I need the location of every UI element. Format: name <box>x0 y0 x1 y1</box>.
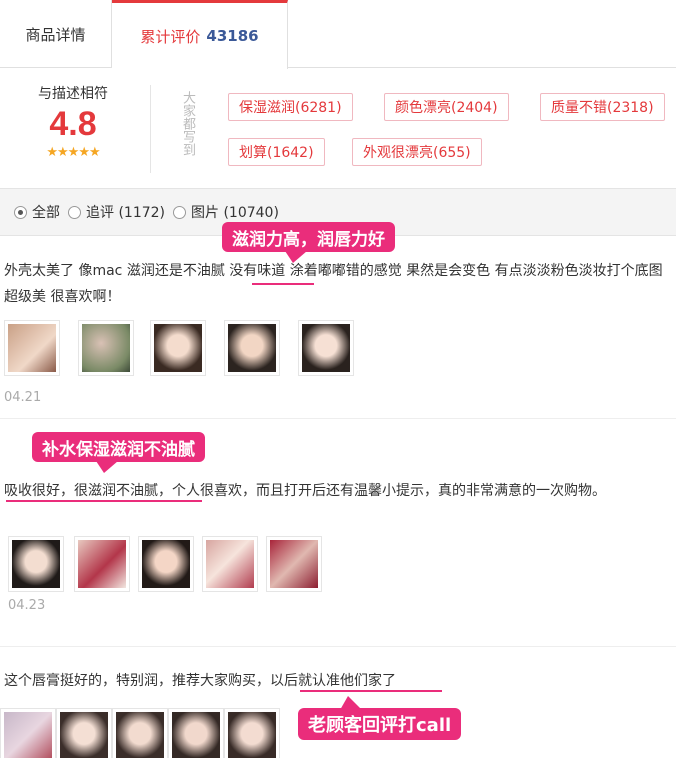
review-3-photo-2[interactable] <box>56 708 112 758</box>
review-1-date: 04.21 <box>4 390 42 405</box>
review-2-photo-3[interactable] <box>138 536 194 592</box>
review-count: 43186 <box>206 27 259 45</box>
callout-review-1: 滋润力高，润唇力好 <box>222 222 395 252</box>
review-1-text: 外壳太美了 像mac 滋润还是不油腻 没有味道 涂着嘟嘟错的感觉 果然是会变色 … <box>4 263 663 305</box>
callout-pointer-icon <box>340 696 362 710</box>
everyone-mentioned-label: 大家都写到 <box>180 91 195 156</box>
divider <box>150 85 151 173</box>
tab-product-details-label: 商品详情 <box>25 25 86 44</box>
highlight-underline <box>252 283 314 285</box>
review-1-photo-1[interactable] <box>4 320 60 376</box>
score-box: 与描述相符 4.8 ★★★★★ <box>18 83 128 160</box>
review-3-photo-5[interactable] <box>224 708 280 758</box>
radio-icon <box>68 205 81 219</box>
callout-review-2: 补水保湿滋润不油腻 <box>32 432 205 462</box>
tag-good-quality[interactable]: 质量不错(2318) <box>540 93 665 121</box>
filter-followup-label: 追评 (1172) <box>86 205 166 221</box>
filter-images-label: 图片 (10740) <box>191 205 279 221</box>
review-3-photo-3[interactable] <box>112 708 168 758</box>
tab-reviews[interactable]: 累计评价 43186 <box>112 0 288 69</box>
tag-color-pretty[interactable]: 颜色漂亮(2404) <box>384 93 509 121</box>
radio-checked-icon <box>14 205 27 219</box>
callout-review-3: 老顾客回评打call <box>298 708 462 740</box>
highlight-underline <box>300 690 442 692</box>
callout-text: 老顾客回评打call <box>308 715 452 736</box>
filter-images-radio[interactable]: 图片 (10740) <box>173 202 279 222</box>
review-2-photo-4[interactable] <box>202 536 258 592</box>
review-divider <box>0 646 676 647</box>
tag-good-value[interactable]: 划算(1642) <box>228 138 325 166</box>
review-1-photo-4[interactable] <box>224 320 280 376</box>
review-2-photo-2[interactable] <box>74 536 130 592</box>
score-value: 4.8 <box>49 105 97 143</box>
tab-product-details[interactable]: 商品详情 <box>0 0 112 68</box>
callout-pointer-icon <box>96 461 118 473</box>
review-1-photo-2[interactable] <box>78 320 134 376</box>
filter-followup-radio[interactable]: 追评 (1172) <box>68 202 165 222</box>
rating-summary: 与描述相符 4.8 ★★★★★ 大家都写到 保湿滋润(6281) 颜色漂亮(24… <box>0 69 676 187</box>
score-label: 与描述相符 <box>38 86 108 102</box>
callout-text: 补水保湿滋润不油腻 <box>42 439 195 460</box>
highlight-underline <box>6 500 202 502</box>
star-rating-icon: ★★★★★ <box>46 145 100 160</box>
review-1-photo-5[interactable] <box>298 320 354 376</box>
callout-text: 滋润力高，润唇力好 <box>232 229 385 250</box>
review-2-photo-5[interactable] <box>266 536 322 592</box>
tab-reviews-label: 累计评价 <box>140 27 201 46</box>
review-1-photo-3[interactable] <box>150 320 206 376</box>
tag-moisturizing[interactable]: 保湿滋润(6281) <box>228 93 353 121</box>
tab-bar: 商品详情 累计评价 43186 <box>0 0 676 69</box>
review-2-date: 04.23 <box>8 598 46 613</box>
review-3-photo-4[interactable] <box>168 708 224 758</box>
review-3-photo-1[interactable] <box>0 708 56 758</box>
review-2-photo-1[interactable] <box>8 536 64 592</box>
tag-pretty-appearance[interactable]: 外观很漂亮(655) <box>352 138 482 166</box>
radio-icon <box>173 205 187 219</box>
filter-all-radio[interactable]: 全部 <box>14 202 60 222</box>
filter-all-label: 全部 <box>32 205 60 221</box>
review-divider <box>0 418 676 419</box>
